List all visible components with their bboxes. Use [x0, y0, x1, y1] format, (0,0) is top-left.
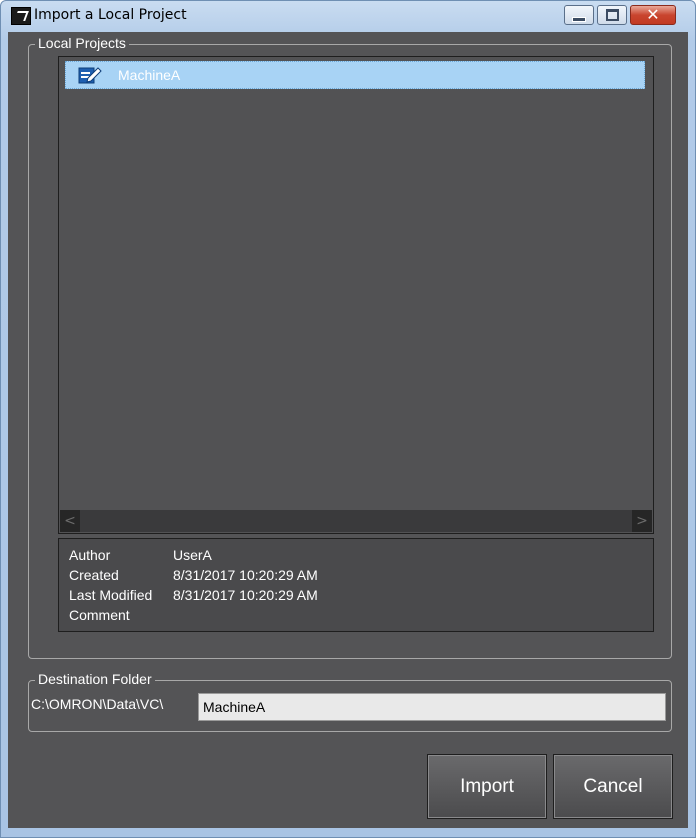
destination-path-prefix: C:\OMRON\Data\VC\ — [31, 696, 164, 712]
app-logo-icon — [11, 7, 31, 25]
scroll-left-icon[interactable]: < — [60, 510, 80, 532]
comment-row: Comment — [69, 605, 653, 625]
created-value: 8/31/2017 10:20:29 AM — [173, 567, 318, 583]
author-label: Author — [69, 547, 111, 563]
minimize-icon — [572, 16, 586, 22]
destination-folder-input[interactable] — [198, 693, 666, 721]
author-row: Author UserA — [69, 545, 653, 565]
close-button[interactable]: ✕ — [630, 5, 676, 25]
horizontal-scrollbar[interactable]: < > — [60, 510, 652, 532]
local-projects-group-label: Local Projects — [35, 35, 129, 51]
project-edit-icon — [78, 65, 102, 85]
project-details: Author UserA Created 8/31/2017 10:20:29 … — [58, 538, 654, 632]
modified-label: Last Modified — [69, 587, 153, 603]
maximize-icon — [605, 9, 619, 21]
author-value: UserA — [173, 547, 212, 563]
scroll-right-icon[interactable]: > — [632, 510, 652, 532]
list-item-label: MachineA — [118, 67, 181, 83]
title-bar[interactable]: Import a Local Project ✕ — [1, 1, 695, 31]
import-button-label: Import — [460, 775, 514, 797]
dialog-window: Import a Local Project ✕ Local Projects — [0, 0, 696, 838]
created-label: Created — [69, 567, 119, 583]
modified-value: 8/31/2017 10:20:29 AM — [173, 587, 318, 603]
created-row: Created 8/31/2017 10:20:29 AM — [69, 565, 653, 585]
maximize-button[interactable] — [597, 5, 627, 25]
comment-label: Comment — [69, 607, 130, 623]
minimize-button[interactable] — [564, 5, 594, 25]
destination-folder-group-label: Destination Folder — [35, 671, 155, 687]
close-icon: ✕ — [646, 5, 660, 24]
import-button[interactable]: Import — [427, 754, 547, 819]
cancel-button[interactable]: Cancel — [553, 754, 673, 819]
dialog-body: Local Projects MachineA < > Author UserA… — [8, 32, 688, 828]
cancel-button-label: Cancel — [583, 775, 643, 797]
window-title: Import a Local Project — [34, 7, 187, 23]
project-list[interactable]: MachineA < > — [58, 56, 654, 534]
list-item-machinea[interactable]: MachineA — [65, 61, 645, 89]
modified-row: Last Modified 8/31/2017 10:20:29 AM — [69, 585, 653, 605]
